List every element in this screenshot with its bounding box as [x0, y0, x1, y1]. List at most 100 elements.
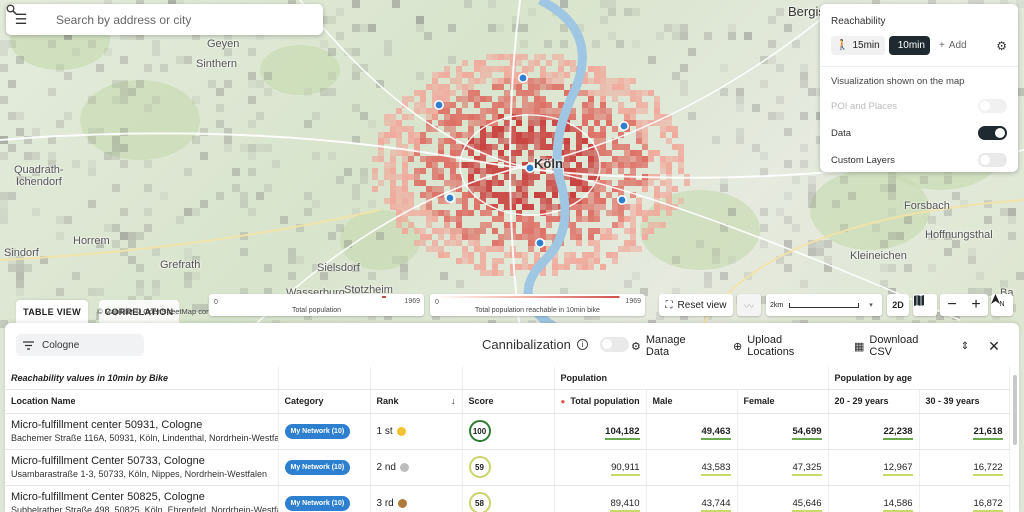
- filter-value: Cologne: [42, 339, 80, 351]
- col-score[interactable]: Score: [462, 389, 555, 414]
- legend-total-population: 0 1969 Total population: [209, 294, 424, 316]
- legend-max: 1969: [625, 298, 641, 305]
- col-female[interactable]: Female: [737, 389, 829, 414]
- age-20-29-cell: 12,967: [828, 449, 920, 486]
- total-population-cell: 104,182: [554, 413, 647, 450]
- group-population-by-age: Population by age: [828, 367, 1010, 390]
- tab-table-view[interactable]: TABLE VIEW: [16, 300, 88, 323]
- zoom-in-button[interactable]: +: [964, 296, 988, 314]
- bike-10min-button[interactable]: 10min: [820, 5, 930, 55]
- bike-label: 10min: [897, 40, 925, 51]
- reachability-title: Reachability: [831, 16, 886, 27]
- female-cell: 47,325: [737, 449, 829, 486]
- scale-selector[interactable]: 2km ▾: [766, 294, 882, 316]
- walk-icon: 🚶: [836, 40, 849, 51]
- filter-input[interactable]: Cologne: [16, 334, 144, 356]
- download-csv-button[interactable]: ▦ Download CSV: [848, 334, 947, 358]
- location-cell: Micro-fulfillment center 50931, Cologne …: [5, 413, 279, 450]
- location-name: Micro-fulfillment Center 50825, Cologne: [11, 491, 205, 503]
- age-30-39-cell: 16,722: [919, 449, 1010, 486]
- cannibalization-control: Cannibalization i: [482, 337, 629, 352]
- location-cell: Micro-fulfillment Center 50825, Cologne …: [5, 485, 279, 512]
- compass-button[interactable]: N: [991, 294, 1013, 316]
- add-mode-button[interactable]: + Add: [934, 36, 972, 55]
- zoom-out-button[interactable]: −: [940, 296, 964, 314]
- male-cell: 49,463: [646, 413, 738, 450]
- download-label: Download CSV: [869, 334, 919, 358]
- table-caption: Reachability values in 10min by Bike: [5, 367, 279, 390]
- category-badge[interactable]: My Network (10): [284, 423, 351, 439]
- map-icon: [914, 295, 924, 306]
- dot-icon: ●: [560, 397, 566, 406]
- gear-icon[interactable]: ⚙: [996, 39, 1007, 53]
- chevron-down-icon: ▾: [869, 302, 873, 309]
- place-label: Quadrath-: [14, 164, 64, 176]
- layer-row-custom: Custom Layers: [831, 152, 1007, 168]
- reset-view-button[interactable]: ⛶ Reset view: [659, 294, 733, 316]
- legend-reachable-population: 0 1969 Total population reachable in 10m…: [430, 294, 645, 316]
- manage-data-label: Manage Data: [645, 334, 686, 358]
- zoom-controls: − +: [940, 294, 988, 316]
- location-address: Subbelrather Straße 498, 50825, Köln, Eh…: [11, 505, 278, 512]
- table-row[interactable]: Micro-fulfillment Center 50733, Cologne …: [5, 449, 1010, 486]
- focus-icon: ⛶: [665, 299, 673, 311]
- manage-data-button[interactable]: ⚙ Manage Data: [625, 334, 712, 358]
- layer-row-poi: POI and Places: [831, 98, 1007, 114]
- age-20-29-cell: 14,586: [828, 485, 920, 512]
- search-input[interactable]: [56, 12, 323, 27]
- north-label: N: [999, 301, 1005, 308]
- medal-icon: [396, 426, 406, 436]
- view-2d-button[interactable]: 2D: [887, 294, 909, 316]
- score-cell: 58: [462, 485, 555, 512]
- legend-max: 1969: [404, 298, 420, 305]
- category-badge[interactable]: My Network (10): [284, 495, 351, 511]
- table-row[interactable]: Micro-fulfillment Center 50825, Cologne …: [5, 485, 1010, 512]
- total-population-label: Total population: [570, 396, 640, 406]
- col-category[interactable]: Category: [278, 389, 371, 414]
- score-cell: 100: [462, 413, 555, 450]
- total-population-cell: 90,911: [554, 449, 647, 486]
- rank-label: Rank: [376, 396, 399, 406]
- place-label: Sindorf: [4, 247, 39, 259]
- close-icon[interactable]: ✕: [986, 335, 1002, 357]
- reachability-panel: Reachability 🚶 15min 10min + Add ⚙ Visua…: [820, 4, 1018, 172]
- layer-label: Custom Layers: [831, 154, 895, 166]
- rank-cell: 2 nd: [370, 449, 463, 486]
- layer-label: Data: [831, 127, 852, 139]
- poi-toggle[interactable]: [978, 99, 1007, 113]
- expand-icon[interactable]: ⇕: [957, 335, 973, 357]
- place-label: Grefrath: [160, 259, 201, 271]
- location-cell: Micro-fulfillment Center 50733, Cologne …: [5, 449, 279, 486]
- age-30-39-cell: 21,618: [919, 413, 1010, 450]
- info-icon[interactable]: i: [576, 339, 588, 350]
- gear-icon: ⚙: [631, 340, 641, 353]
- col-age-20-29[interactable]: 20 - 29 years: [828, 389, 920, 414]
- col-rank[interactable]: Rank ↓: [370, 389, 463, 414]
- col-location-name[interactable]: Location Name: [5, 389, 279, 414]
- custom-layers-toggle[interactable]: [978, 153, 1007, 167]
- upload-locations-button[interactable]: ⊕ Upload Locations: [727, 334, 837, 358]
- col-total-population[interactable]: ● Total population: [554, 389, 647, 414]
- group-population: Population: [554, 367, 829, 390]
- filter-icon: [23, 340, 34, 350]
- map-style-button[interactable]: [913, 294, 937, 316]
- walk-15min-button[interactable]: 🚶 15min: [831, 36, 885, 55]
- category-badge[interactable]: My Network (10): [284, 459, 351, 475]
- scrollbar[interactable]: [1013, 375, 1017, 445]
- place-label: Horrem: [73, 235, 110, 247]
- col-age-30-39[interactable]: 30 - 39 years: [919, 389, 1010, 414]
- compass-arrow-icon: [991, 294, 1000, 304]
- col-male[interactable]: Male: [646, 389, 738, 414]
- place-label: Sinthern: [196, 58, 237, 70]
- map-canvas[interactable]: Bergis Geyen Sinthern Quadrath- Ichendor…: [0, 0, 1024, 330]
- table-group-header: Reachability values in 10min by Bike Pop…: [5, 367, 1010, 390]
- data-toggle[interactable]: [978, 126, 1007, 140]
- rank-value: 2 nd: [376, 461, 396, 473]
- table-row[interactable]: Micro-fulfillment center 50931, Cologne …: [5, 413, 1010, 450]
- layer-label: POI and Places: [831, 100, 898, 112]
- rank-cell: 3 rd: [370, 485, 463, 512]
- legend-bar: [435, 296, 640, 298]
- locations-table: Reachability values in 10min by Bike Pop…: [5, 367, 1010, 512]
- trend-chart-button[interactable]: 〰: [737, 294, 761, 316]
- table-toolbar: Cologne Cannibalization i ⚙ Manage Data …: [5, 323, 1019, 367]
